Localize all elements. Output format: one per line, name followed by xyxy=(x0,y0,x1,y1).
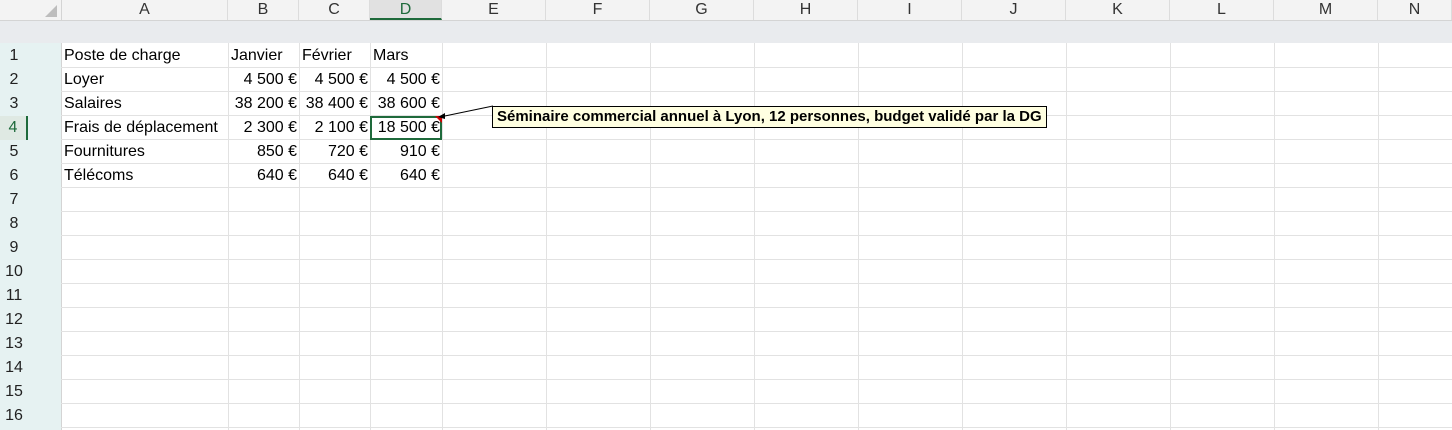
column-header-A[interactable]: A xyxy=(62,0,228,20)
cell-A5[interactable]: Fournitures xyxy=(61,140,228,164)
row-header-12[interactable]: 12 xyxy=(0,308,28,332)
column-header-L[interactable]: L xyxy=(1170,0,1274,20)
row-header-9[interactable]: 9 xyxy=(0,236,28,260)
cell-A6[interactable]: Télécoms xyxy=(61,164,228,188)
cell-C5[interactable]: 720 € xyxy=(299,140,370,164)
cell-B2[interactable]: 4 500 € xyxy=(228,68,299,92)
column-header-J[interactable]: J xyxy=(962,0,1066,20)
cell-D6[interactable]: 640 € xyxy=(370,164,442,188)
row-header-7[interactable]: 7 xyxy=(0,188,28,212)
column-header-E[interactable]: E xyxy=(442,0,546,20)
cell-C1[interactable]: Février xyxy=(299,44,370,68)
cell-B5[interactable]: 850 € xyxy=(228,140,299,164)
column-header-D[interactable]: D xyxy=(370,0,442,20)
column-header-M[interactable]: M xyxy=(1274,0,1378,20)
cell-D5[interactable]: 910 € xyxy=(370,140,442,164)
column-header-G[interactable]: G xyxy=(650,0,754,20)
row-header-16[interactable]: 16 xyxy=(0,404,28,428)
column-header-I[interactable]: I xyxy=(858,0,962,20)
cell-B4[interactable]: 2 300 € xyxy=(228,116,299,140)
column-header-N[interactable]: N xyxy=(1378,0,1452,20)
column-header-F[interactable]: F xyxy=(546,0,650,20)
column-header-H[interactable]: H xyxy=(754,0,858,20)
cell-C3[interactable]: 38 400 € xyxy=(299,92,370,116)
select-all-icon xyxy=(45,5,57,17)
cell-B3[interactable]: 38 200 € xyxy=(228,92,299,116)
comment-connector-arrow xyxy=(438,105,494,119)
cell-A2[interactable]: Loyer xyxy=(61,68,228,92)
cell-A4[interactable]: Frais de déplacement xyxy=(61,116,228,140)
row-header-8[interactable]: 8 xyxy=(0,212,28,236)
cell-B6[interactable]: 640 € xyxy=(228,164,299,188)
row-header-6[interactable]: 6 xyxy=(0,164,28,188)
row-header-11[interactable]: 11 xyxy=(0,284,28,308)
cell-A3[interactable]: Salaires xyxy=(61,92,228,116)
cell-C6[interactable]: 640 € xyxy=(299,164,370,188)
cell-comment-note[interactable]: Séminaire commercial annuel à Lyon, 12 p… xyxy=(492,106,1047,128)
row-header-2[interactable]: 2 xyxy=(0,68,28,92)
cell-D2[interactable]: 4 500 € xyxy=(370,68,442,92)
row-header-13[interactable]: 13 xyxy=(0,332,28,356)
column-header-B[interactable]: B xyxy=(228,0,299,20)
cell-C4[interactable]: 2 100 € xyxy=(299,116,370,140)
cell-A1[interactable]: Poste de charge xyxy=(61,44,228,68)
row-header-10[interactable]: 10 xyxy=(0,260,28,284)
cell-B1[interactable]: Janvier xyxy=(228,44,299,68)
column-header-C[interactable]: C xyxy=(299,0,370,20)
row-header-15[interactable]: 15 xyxy=(0,380,28,404)
row-header-1[interactable]: 1 xyxy=(0,44,28,68)
row-header-5[interactable]: 5 xyxy=(0,140,28,164)
cell-D1[interactable]: Mars xyxy=(370,44,442,68)
row-header-3[interactable]: 3 xyxy=(0,92,28,116)
column-header-K[interactable]: K xyxy=(1066,0,1170,20)
row-header-4[interactable]: 4 xyxy=(0,116,28,140)
row-header-14[interactable]: 14 xyxy=(0,356,28,380)
select-all-button[interactable] xyxy=(0,0,62,20)
frozen-band xyxy=(0,21,1452,43)
cell-C2[interactable]: 4 500 € xyxy=(299,68,370,92)
